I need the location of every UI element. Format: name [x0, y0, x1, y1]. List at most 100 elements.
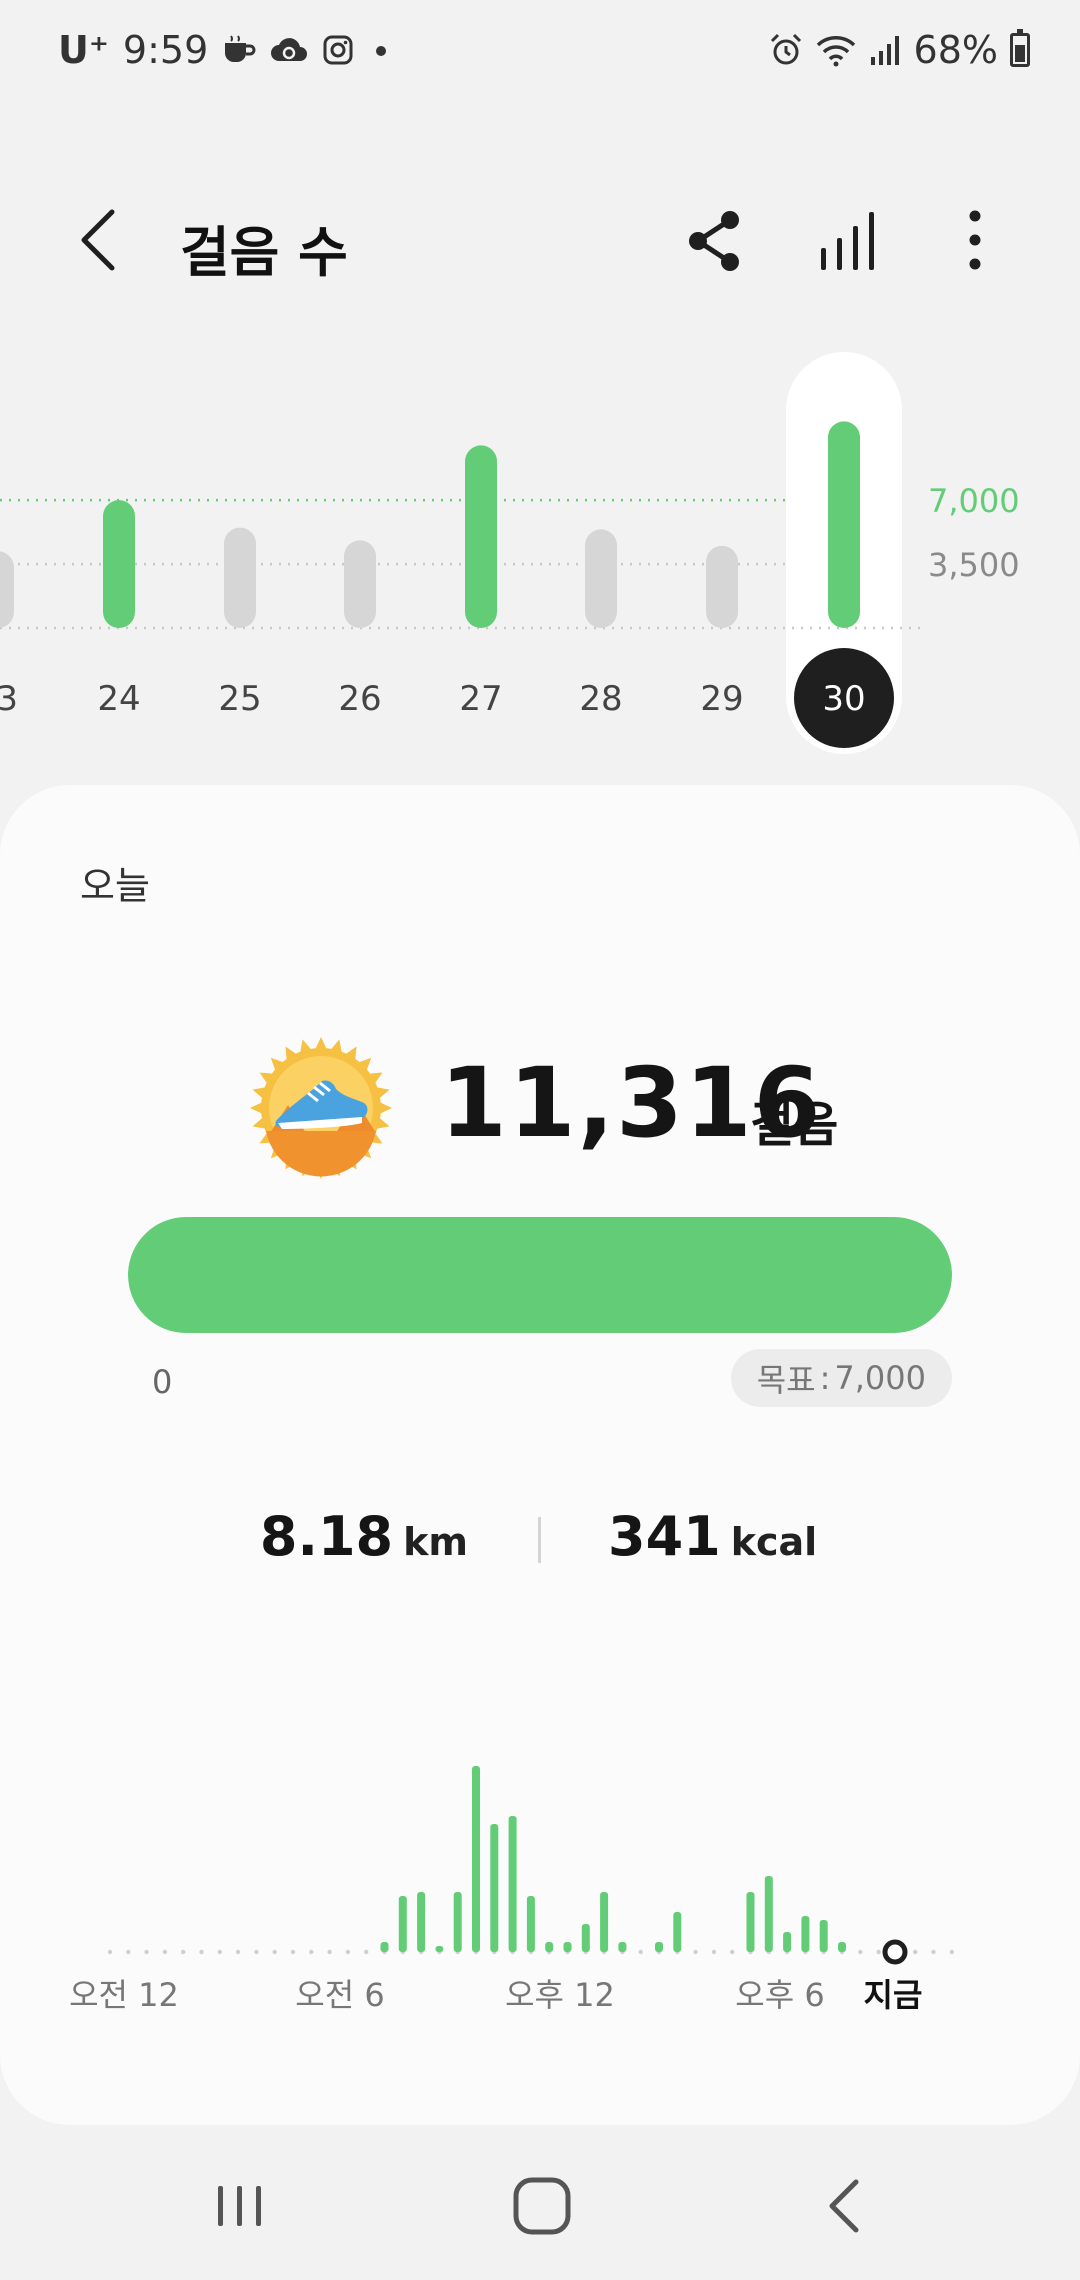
day-label[interactable]: 25	[218, 679, 261, 719]
hour-bar	[563, 1942, 572, 1952]
stats-divider	[538, 1517, 541, 1563]
baseline-dot	[199, 1949, 204, 1955]
baseline-dot	[949, 1949, 954, 1955]
hour-bar	[453, 1892, 462, 1952]
hour-axis-label: 지금	[864, 1976, 923, 2014]
day-bar[interactable]	[344, 540, 376, 628]
baseline-dot	[235, 1949, 241, 1955]
back-icon[interactable]	[64, 202, 134, 278]
baseline-dot	[144, 1949, 149, 1955]
calories-value: 341	[608, 1505, 721, 1568]
distance-unit: km	[403, 1520, 468, 1564]
progress-min-label: 0	[152, 1363, 173, 1401]
hour-axis-label: 오전 12	[69, 1976, 179, 2014]
baseline-dot	[364, 1949, 369, 1955]
day-bar[interactable]	[828, 421, 860, 628]
baseline-dot	[711, 1949, 717, 1955]
steps-unit: 걸음	[750, 1097, 839, 1153]
goal-sep: :	[819, 1359, 831, 1397]
hour-bar	[838, 1942, 846, 1952]
recent-apps-icon[interactable]	[210, 2176, 270, 2236]
wifi-icon	[816, 36, 855, 67]
day-bar[interactable]	[103, 500, 135, 628]
more-icon[interactable]	[950, 202, 1000, 278]
stats-row: 8.18 km 341 kcal	[0, 1505, 1080, 1585]
calories-unit: kcal	[730, 1520, 818, 1564]
day-label[interactable]: 26	[338, 679, 381, 719]
day-bar[interactable]	[224, 527, 256, 628]
day-bar[interactable]	[0, 551, 14, 628]
hour-bar	[508, 1816, 517, 1952]
baseline-dot	[638, 1949, 643, 1955]
baseline-dot	[290, 1949, 296, 1955]
hourly-steps-chart: 오전 12 오전 6 오후 12 오후 6 지금	[69, 1766, 954, 2014]
carrier-label: U⁺	[58, 28, 109, 72]
bar-chart-icon[interactable]	[815, 202, 887, 278]
day-label[interactable]: 27	[459, 679, 502, 719]
day-label[interactable]: 28	[579, 679, 622, 719]
day-bar[interactable]	[585, 529, 617, 628]
day-label[interactable]: 30	[822, 679, 865, 719]
hour-bar	[380, 1942, 389, 1952]
today-label: 오늘	[80, 864, 150, 908]
baseline-dot	[693, 1949, 698, 1955]
day-bar[interactable]	[706, 545, 738, 628]
dot-icon	[376, 46, 387, 56]
hour-bar	[545, 1942, 554, 1952]
hour-bar	[490, 1824, 499, 1952]
hour-bar	[600, 1892, 609, 1952]
weekly-steps-chart[interactable]: 7,000 3,500 23 24 25 26 27 28 29 30	[0, 340, 1080, 760]
hour-bar	[472, 1766, 480, 1952]
distance-value: 8.18	[259, 1505, 394, 1568]
hour-bar	[618, 1942, 627, 1952]
day-label[interactable]: 29	[700, 679, 743, 719]
calories-stat: 341 kcal	[608, 1505, 817, 1568]
steps-progress-track	[128, 1217, 952, 1333]
baseline-dot	[730, 1949, 735, 1955]
baseline-dot	[876, 1949, 881, 1955]
share-icon[interactable]	[680, 206, 750, 276]
navigation-bar	[0, 2140, 1080, 2280]
baseline-dot	[345, 1949, 351, 1955]
hour-axis-label: 오후 6	[735, 1976, 824, 2014]
home-icon[interactable]	[510, 2174, 574, 2238]
alarm-icon	[770, 33, 801, 65]
app-bar: 걸음 수	[0, 180, 1080, 300]
day-label[interactable]: 23	[0, 679, 18, 719]
coffee-icon	[225, 35, 256, 62]
baseline-dot	[327, 1949, 332, 1955]
status-right: 68%	[768, 28, 1030, 72]
hour-bar	[746, 1892, 755, 1952]
day-bar[interactable]	[465, 445, 497, 628]
goal-pill[interactable]: 목표 : 7,000	[730, 1349, 952, 1407]
baseline-dot	[254, 1949, 259, 1955]
hour-bar	[819, 1920, 828, 1952]
hour-bar	[417, 1892, 426, 1952]
status-time: 9:59	[122, 28, 209, 72]
hour-bar	[398, 1896, 407, 1952]
goal-label: 목표	[756, 1361, 816, 1399]
baseline-dot	[217, 1949, 222, 1955]
hour-axis-label: 오전 6	[295, 1976, 384, 2014]
back-nav-icon[interactable]	[820, 2174, 870, 2238]
hour-bar	[801, 1916, 810, 1952]
today-card: 오늘 11,316 걸음 0 목표 : 7,000 8.18 km 341 kc…	[0, 785, 1080, 2125]
sneaker-badge-icon	[250, 1037, 392, 1179]
battery-percent: 68%	[913, 28, 998, 72]
hour-bar	[526, 1896, 535, 1952]
baseline-dot	[858, 1949, 863, 1955]
hour-bar	[673, 1912, 682, 1952]
instagram-icon	[323, 35, 353, 65]
distance-stat: 8.18 km	[260, 1505, 468, 1568]
reference-line-label: 3,500	[928, 546, 1020, 584]
goal-value: 7,000	[834, 1359, 926, 1397]
day-label[interactable]: 24	[97, 679, 140, 719]
baseline-dot	[913, 1949, 918, 1955]
baseline-dot	[107, 1949, 113, 1955]
status-bar: U⁺ 9:59 68%	[0, 0, 1080, 104]
cloud-sync-icon	[271, 38, 308, 61]
hour-axis-label: 오후 12	[505, 1976, 615, 2014]
baseline-dot	[126, 1949, 131, 1955]
signal-icon	[870, 36, 899, 65]
baseline-dot	[931, 1949, 936, 1955]
